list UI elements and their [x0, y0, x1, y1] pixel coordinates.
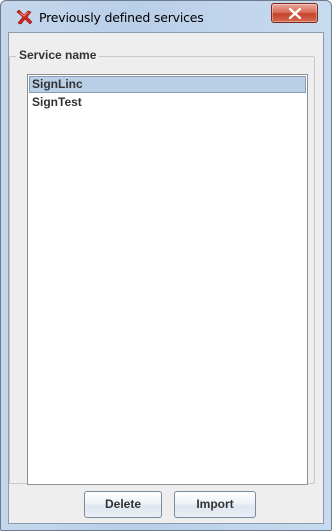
- delete-button[interactable]: Delete: [84, 491, 162, 518]
- close-icon: [289, 8, 301, 19]
- service-name-label: Service name: [16, 48, 100, 62]
- services-list[interactable]: SignLinc SignTest: [27, 74, 308, 485]
- list-item-signlinc[interactable]: SignLinc: [29, 76, 306, 93]
- app-x-icon: [15, 9, 33, 26]
- title-bar[interactable]: Previously defined services: [1, 1, 331, 31]
- import-button[interactable]: Import: [174, 491, 256, 518]
- window-title: Previously defined services: [39, 10, 204, 25]
- close-button[interactable]: [271, 3, 318, 23]
- list-item-signtest[interactable]: SignTest: [29, 94, 306, 111]
